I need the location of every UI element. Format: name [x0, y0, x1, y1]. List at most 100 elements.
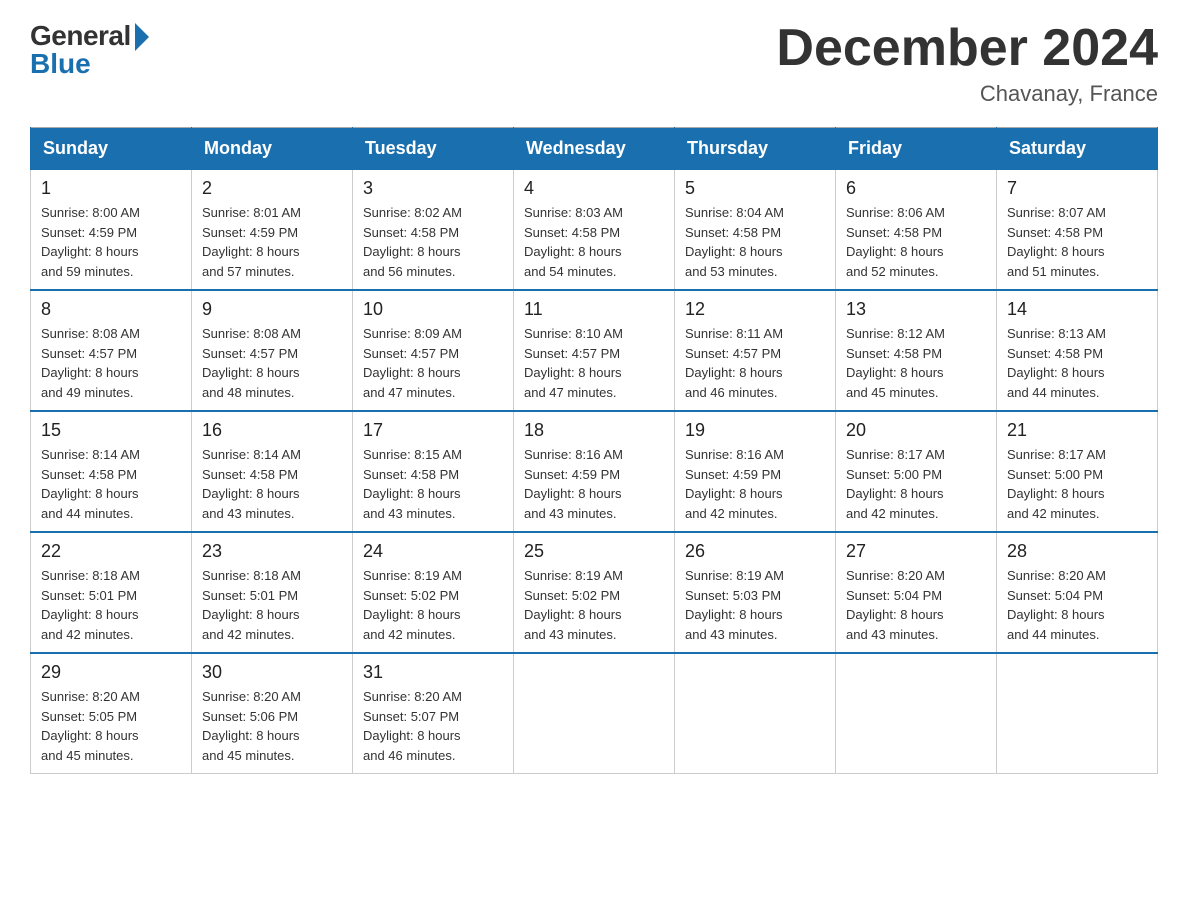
col-thursday: Thursday — [675, 128, 836, 170]
day-number: 20 — [846, 420, 986, 441]
day-info: Sunrise: 8:20 AM Sunset: 5:04 PM Dayligh… — [846, 566, 986, 644]
day-info: Sunrise: 8:14 AM Sunset: 4:58 PM Dayligh… — [41, 445, 181, 523]
day-info: Sunrise: 8:03 AM Sunset: 4:58 PM Dayligh… — [524, 203, 664, 281]
day-info: Sunrise: 8:01 AM Sunset: 4:59 PM Dayligh… — [202, 203, 342, 281]
col-friday: Friday — [836, 128, 997, 170]
day-number: 8 — [41, 299, 181, 320]
col-sunday: Sunday — [31, 128, 192, 170]
day-number: 30 — [202, 662, 342, 683]
day-number: 9 — [202, 299, 342, 320]
day-number: 26 — [685, 541, 825, 562]
day-number: 17 — [363, 420, 503, 441]
day-info: Sunrise: 8:20 AM Sunset: 5:05 PM Dayligh… — [41, 687, 181, 765]
day-info: Sunrise: 8:14 AM Sunset: 4:58 PM Dayligh… — [202, 445, 342, 523]
table-row: 2 Sunrise: 8:01 AM Sunset: 4:59 PM Dayli… — [192, 170, 353, 291]
month-title: December 2024 — [776, 20, 1158, 77]
calendar-week-row: 8 Sunrise: 8:08 AM Sunset: 4:57 PM Dayli… — [31, 290, 1158, 411]
table-row: 12 Sunrise: 8:11 AM Sunset: 4:57 PM Dayl… — [675, 290, 836, 411]
table-row: 20 Sunrise: 8:17 AM Sunset: 5:00 PM Dayl… — [836, 411, 997, 532]
day-number: 16 — [202, 420, 342, 441]
table-row: 5 Sunrise: 8:04 AM Sunset: 4:58 PM Dayli… — [675, 170, 836, 291]
day-info: Sunrise: 8:20 AM Sunset: 5:04 PM Dayligh… — [1007, 566, 1147, 644]
table-row: 31 Sunrise: 8:20 AM Sunset: 5:07 PM Dayl… — [353, 653, 514, 774]
table-row — [836, 653, 997, 774]
table-row: 19 Sunrise: 8:16 AM Sunset: 4:59 PM Dayl… — [675, 411, 836, 532]
day-info: Sunrise: 8:12 AM Sunset: 4:58 PM Dayligh… — [846, 324, 986, 402]
day-info: Sunrise: 8:19 AM Sunset: 5:02 PM Dayligh… — [524, 566, 664, 644]
calendar-week-row: 22 Sunrise: 8:18 AM Sunset: 5:01 PM Dayl… — [31, 532, 1158, 653]
day-number: 11 — [524, 299, 664, 320]
day-info: Sunrise: 8:16 AM Sunset: 4:59 PM Dayligh… — [685, 445, 825, 523]
table-row: 14 Sunrise: 8:13 AM Sunset: 4:58 PM Dayl… — [997, 290, 1158, 411]
calendar-week-row: 29 Sunrise: 8:20 AM Sunset: 5:05 PM Dayl… — [31, 653, 1158, 774]
table-row: 13 Sunrise: 8:12 AM Sunset: 4:58 PM Dayl… — [836, 290, 997, 411]
table-row: 15 Sunrise: 8:14 AM Sunset: 4:58 PM Dayl… — [31, 411, 192, 532]
table-row: 4 Sunrise: 8:03 AM Sunset: 4:58 PM Dayli… — [514, 170, 675, 291]
day-info: Sunrise: 8:18 AM Sunset: 5:01 PM Dayligh… — [202, 566, 342, 644]
calendar-header-row: Sunday Monday Tuesday Wednesday Thursday… — [31, 128, 1158, 170]
day-number: 18 — [524, 420, 664, 441]
day-info: Sunrise: 8:08 AM Sunset: 4:57 PM Dayligh… — [202, 324, 342, 402]
table-row: 27 Sunrise: 8:20 AM Sunset: 5:04 PM Dayl… — [836, 532, 997, 653]
day-number: 7 — [1007, 178, 1147, 199]
table-row: 8 Sunrise: 8:08 AM Sunset: 4:57 PM Dayli… — [31, 290, 192, 411]
day-info: Sunrise: 8:00 AM Sunset: 4:59 PM Dayligh… — [41, 203, 181, 281]
table-row: 26 Sunrise: 8:19 AM Sunset: 5:03 PM Dayl… — [675, 532, 836, 653]
logo: General Blue — [30, 20, 149, 80]
day-number: 4 — [524, 178, 664, 199]
table-row: 18 Sunrise: 8:16 AM Sunset: 4:59 PM Dayl… — [514, 411, 675, 532]
day-info: Sunrise: 8:08 AM Sunset: 4:57 PM Dayligh… — [41, 324, 181, 402]
table-row: 23 Sunrise: 8:18 AM Sunset: 5:01 PM Dayl… — [192, 532, 353, 653]
table-row: 30 Sunrise: 8:20 AM Sunset: 5:06 PM Dayl… — [192, 653, 353, 774]
day-info: Sunrise: 8:02 AM Sunset: 4:58 PM Dayligh… — [363, 203, 503, 281]
day-number: 14 — [1007, 299, 1147, 320]
col-wednesday: Wednesday — [514, 128, 675, 170]
day-number: 3 — [363, 178, 503, 199]
table-row — [675, 653, 836, 774]
day-number: 23 — [202, 541, 342, 562]
table-row: 17 Sunrise: 8:15 AM Sunset: 4:58 PM Dayl… — [353, 411, 514, 532]
day-info: Sunrise: 8:07 AM Sunset: 4:58 PM Dayligh… — [1007, 203, 1147, 281]
day-number: 12 — [685, 299, 825, 320]
title-section: December 2024 Chavanay, France — [776, 20, 1158, 107]
table-row: 24 Sunrise: 8:19 AM Sunset: 5:02 PM Dayl… — [353, 532, 514, 653]
day-info: Sunrise: 8:09 AM Sunset: 4:57 PM Dayligh… — [363, 324, 503, 402]
table-row: 29 Sunrise: 8:20 AM Sunset: 5:05 PM Dayl… — [31, 653, 192, 774]
day-info: Sunrise: 8:13 AM Sunset: 4:58 PM Dayligh… — [1007, 324, 1147, 402]
day-number: 2 — [202, 178, 342, 199]
day-number: 24 — [363, 541, 503, 562]
day-info: Sunrise: 8:18 AM Sunset: 5:01 PM Dayligh… — [41, 566, 181, 644]
day-info: Sunrise: 8:15 AM Sunset: 4:58 PM Dayligh… — [363, 445, 503, 523]
day-info: Sunrise: 8:10 AM Sunset: 4:57 PM Dayligh… — [524, 324, 664, 402]
table-row: 22 Sunrise: 8:18 AM Sunset: 5:01 PM Dayl… — [31, 532, 192, 653]
location-label: Chavanay, France — [776, 81, 1158, 107]
table-row: 1 Sunrise: 8:00 AM Sunset: 4:59 PM Dayli… — [31, 170, 192, 291]
day-info: Sunrise: 8:11 AM Sunset: 4:57 PM Dayligh… — [685, 324, 825, 402]
day-number: 10 — [363, 299, 503, 320]
day-info: Sunrise: 8:16 AM Sunset: 4:59 PM Dayligh… — [524, 445, 664, 523]
table-row: 11 Sunrise: 8:10 AM Sunset: 4:57 PM Dayl… — [514, 290, 675, 411]
col-monday: Monday — [192, 128, 353, 170]
table-row: 28 Sunrise: 8:20 AM Sunset: 5:04 PM Dayl… — [997, 532, 1158, 653]
day-number: 6 — [846, 178, 986, 199]
table-row: 16 Sunrise: 8:14 AM Sunset: 4:58 PM Dayl… — [192, 411, 353, 532]
day-number: 31 — [363, 662, 503, 683]
day-info: Sunrise: 8:17 AM Sunset: 5:00 PM Dayligh… — [846, 445, 986, 523]
day-number: 27 — [846, 541, 986, 562]
calendar-week-row: 1 Sunrise: 8:00 AM Sunset: 4:59 PM Dayli… — [31, 170, 1158, 291]
day-number: 21 — [1007, 420, 1147, 441]
table-row: 10 Sunrise: 8:09 AM Sunset: 4:57 PM Dayl… — [353, 290, 514, 411]
day-info: Sunrise: 8:06 AM Sunset: 4:58 PM Dayligh… — [846, 203, 986, 281]
table-row — [997, 653, 1158, 774]
logo-blue-text: Blue — [30, 48, 91, 80]
day-info: Sunrise: 8:04 AM Sunset: 4:58 PM Dayligh… — [685, 203, 825, 281]
table-row: 21 Sunrise: 8:17 AM Sunset: 5:00 PM Dayl… — [997, 411, 1158, 532]
col-tuesday: Tuesday — [353, 128, 514, 170]
day-number: 25 — [524, 541, 664, 562]
calendar-table: Sunday Monday Tuesday Wednesday Thursday… — [30, 127, 1158, 774]
day-info: Sunrise: 8:19 AM Sunset: 5:02 PM Dayligh… — [363, 566, 503, 644]
table-row: 9 Sunrise: 8:08 AM Sunset: 4:57 PM Dayli… — [192, 290, 353, 411]
day-info: Sunrise: 8:19 AM Sunset: 5:03 PM Dayligh… — [685, 566, 825, 644]
day-number: 15 — [41, 420, 181, 441]
table-row: 3 Sunrise: 8:02 AM Sunset: 4:58 PM Dayli… — [353, 170, 514, 291]
